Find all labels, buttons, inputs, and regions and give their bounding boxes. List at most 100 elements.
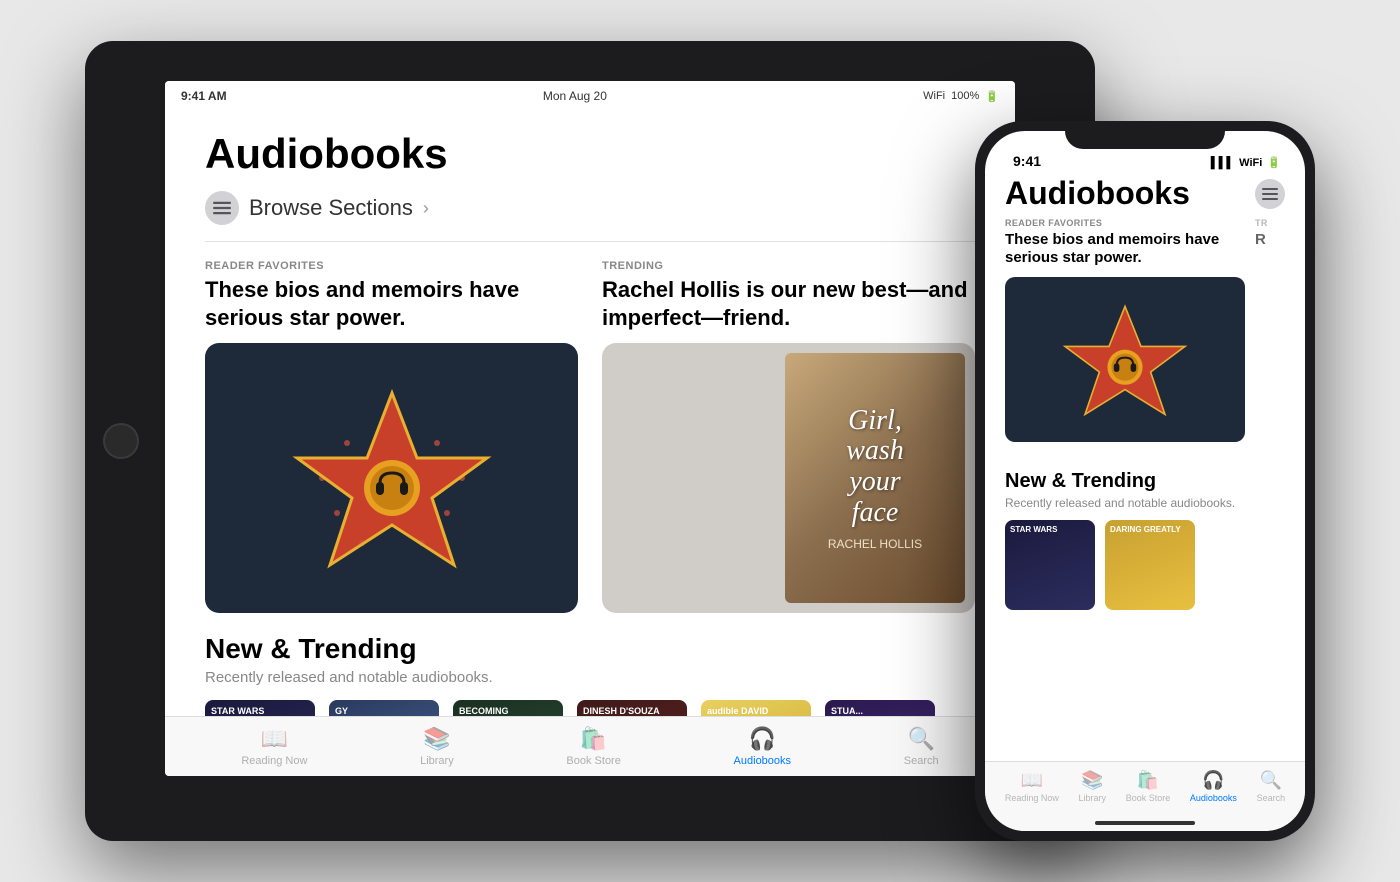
iphone-tab-audiobooks[interactable]: 🎧 Audiobooks bbox=[1190, 770, 1237, 803]
book-item[interactable]: STAR WARS bbox=[205, 700, 315, 716]
iphone-device: 9:41 ▌▌▌ WiFi 🔋 Audiobooks bbox=[975, 121, 1315, 841]
tab-label: Search bbox=[904, 755, 939, 767]
iphone-new-trending-subtitle: Recently released and notable audiobooks… bbox=[1005, 496, 1285, 510]
wifi-icon: WiFi bbox=[1239, 157, 1262, 169]
new-trending-subtitle: Recently released and notable audiobooks… bbox=[205, 669, 975, 686]
iphone-books-row: STAR WARS DARING GREATLY bbox=[1005, 520, 1285, 610]
book-label: audible DAVID bbox=[701, 700, 811, 716]
iphone-tab-book-store[interactable]: 🛍️ Book Store bbox=[1126, 770, 1171, 803]
books-row: STAR WARS GY BECOMING SUPERNATURAL DINES… bbox=[205, 700, 975, 716]
iphone-menu-icon[interactable] bbox=[1255, 179, 1285, 209]
tab-library[interactable]: 📚 Library bbox=[420, 726, 454, 767]
tab-book-store[interactable]: 🛍️ Book Store bbox=[566, 726, 620, 767]
iphone-new-trending: New & Trending Recently released and not… bbox=[1005, 470, 1285, 610]
book-cover-author: RACHEL HOLLIS bbox=[828, 537, 922, 551]
signal-icon: ▌▌▌ bbox=[1211, 157, 1234, 169]
star-image bbox=[205, 343, 578, 613]
tab-label: Audiobooks bbox=[1190, 793, 1237, 803]
book-store-icon: 🛍️ bbox=[1137, 770, 1159, 791]
star-svg bbox=[292, 383, 492, 573]
iphone-trending-category: TR bbox=[1255, 218, 1285, 228]
iphone-card-image bbox=[1005, 277, 1245, 442]
tab-audiobooks[interactable]: 🎧 Audiobooks bbox=[734, 726, 792, 767]
iphone-star-image bbox=[1005, 277, 1245, 442]
chevron-right-icon: › bbox=[423, 198, 429, 219]
book-cover: Girl,washyourface RACHEL HOLLIS bbox=[785, 353, 965, 603]
iphone-star-svg bbox=[1060, 300, 1190, 420]
divider bbox=[205, 241, 975, 242]
iphone-main-content: Audiobooks READER FAVORITES These bios a… bbox=[985, 175, 1305, 761]
iphone-screen: 9:41 ▌▌▌ WiFi 🔋 Audiobooks bbox=[985, 131, 1305, 831]
tab-label: Search bbox=[1257, 793, 1286, 803]
tab-label: Book Store bbox=[566, 755, 620, 767]
tab-label: Book Store bbox=[1126, 793, 1171, 803]
page-title: Audiobooks bbox=[205, 131, 975, 177]
card-image bbox=[205, 343, 578, 613]
iphone-header: Audiobooks bbox=[1005, 175, 1285, 212]
iphone-tab-library[interactable]: 📚 Library bbox=[1079, 770, 1107, 803]
iphone-cards-row: READER FAVORITES These bios and memoirs … bbox=[1005, 218, 1285, 458]
ipad-status-icons: WiFi 100% 🔋 bbox=[923, 90, 999, 103]
book-label: STUA... bbox=[825, 700, 935, 716]
iphone-card-title: These bios and memoirs have serious star… bbox=[1005, 231, 1245, 267]
wifi-icon: WiFi bbox=[923, 90, 945, 102]
ipad-tab-bar: 📖 Reading Now 📚 Library 🛍️ Book Store 🎧 … bbox=[165, 716, 1015, 776]
iphone-tab-reading-now[interactable]: 📖 Reading Now bbox=[1005, 770, 1059, 803]
trending-image-bg: Girl,washyourface RACHEL HOLLIS bbox=[602, 343, 975, 613]
battery-icon: 🔋 bbox=[1267, 156, 1281, 169]
cards-row: READER FAVORITES These bios and memoirs … bbox=[205, 260, 975, 613]
book-item[interactable]: STUA... bbox=[825, 700, 935, 716]
trending-title: Rachel Hollis is our new best—and imperf… bbox=[602, 276, 975, 331]
ipad-device: 9:41 AM Mon Aug 20 WiFi 100% 🔋 Audiobook… bbox=[85, 41, 1095, 841]
tab-label: Reading Now bbox=[241, 755, 307, 767]
iphone-book-partial bbox=[1205, 520, 1235, 610]
book-item[interactable]: audible DAVID bbox=[701, 700, 811, 716]
iphone-book-item[interactable]: STAR WARS bbox=[1005, 520, 1095, 610]
tab-label: Reading Now bbox=[1005, 793, 1059, 803]
iphone-new-trending-title: New & Trending bbox=[1005, 470, 1285, 493]
battery-indicator: 🔋 bbox=[985, 90, 999, 103]
book-label: STAR WARS bbox=[205, 700, 315, 716]
reader-favorites-card[interactable]: READER FAVORITES These bios and memoirs … bbox=[205, 260, 578, 613]
ipad-time: 9:41 AM bbox=[181, 89, 227, 103]
book-item[interactable]: BECOMING SUPERNATURAL bbox=[453, 700, 563, 716]
new-trending-section: New & Trending Recently released and not… bbox=[205, 633, 975, 716]
reading-now-icon: 📖 bbox=[261, 726, 288, 752]
search-icon: 🔍 bbox=[1260, 770, 1282, 791]
book-label: STAR WARS bbox=[1005, 520, 1095, 539]
tab-reading-now[interactable]: 📖 Reading Now bbox=[241, 726, 307, 767]
ipad-home-button[interactable] bbox=[103, 423, 139, 459]
audiobooks-icon: 🎧 bbox=[749, 726, 776, 752]
trending-card[interactable]: TRENDING Rachel Hollis is our new best—a… bbox=[602, 260, 975, 613]
iphone-trending-partial: TR R bbox=[1255, 218, 1285, 458]
ipad-date: Mon Aug 20 bbox=[543, 89, 607, 103]
browse-sections-label: Browse Sections bbox=[249, 195, 413, 221]
iphone-card-category: READER FAVORITES bbox=[1005, 218, 1245, 228]
browse-sections-row[interactable]: Browse Sections › bbox=[205, 191, 975, 225]
book-label: DARING GREATLY bbox=[1105, 520, 1195, 539]
hamburger-icon bbox=[1262, 186, 1278, 202]
book-store-icon: 🛍️ bbox=[580, 726, 607, 752]
trending-card-image: Girl,washyourface RACHEL HOLLIS bbox=[602, 343, 975, 613]
library-icon: 📚 bbox=[1081, 770, 1103, 791]
iphone-trending-title: R bbox=[1255, 231, 1285, 249]
menu-icon bbox=[213, 199, 231, 217]
book-label: GY bbox=[329, 700, 439, 716]
tab-search[interactable]: 🔍 Search bbox=[904, 726, 939, 767]
search-icon: 🔍 bbox=[907, 726, 934, 752]
tab-label: Library bbox=[1079, 793, 1107, 803]
battery-icon: 100% bbox=[951, 90, 979, 102]
ipad-main-content: Audiobooks Browse Sections › REA bbox=[165, 111, 1015, 716]
new-trending-title: New & Trending bbox=[205, 633, 975, 665]
iphone-book-item[interactable]: DARING GREATLY bbox=[1105, 520, 1195, 610]
library-icon: 📚 bbox=[423, 726, 450, 752]
iphone-tab-search[interactable]: 🔍 Search bbox=[1257, 770, 1286, 803]
browse-sections-icon bbox=[205, 191, 239, 225]
book-label: DINESH D'SOUZA bbox=[577, 700, 687, 716]
book-item[interactable]: DINESH D'SOUZA bbox=[577, 700, 687, 716]
iphone-page-title: Audiobooks bbox=[1005, 175, 1190, 212]
book-item[interactable]: GY bbox=[329, 700, 439, 716]
iphone-reader-favorites-card[interactable]: READER FAVORITES These bios and memoirs … bbox=[1005, 218, 1245, 458]
tab-label: Library bbox=[420, 755, 454, 767]
reading-now-icon: 📖 bbox=[1021, 770, 1043, 791]
